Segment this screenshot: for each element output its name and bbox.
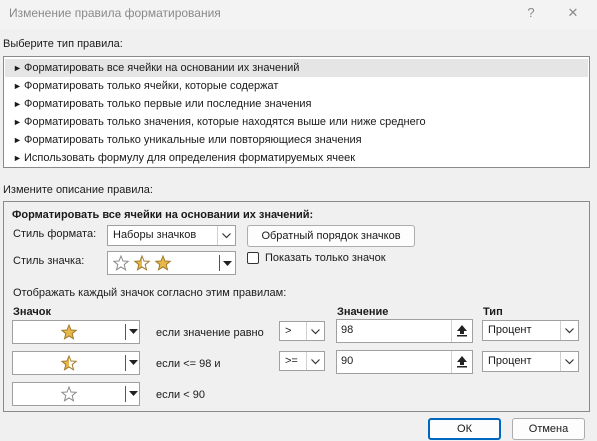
split-divider (125, 386, 126, 402)
value-input-1[interactable]: 98 (336, 319, 473, 343)
show-icon-only-label: Показать только значок (265, 252, 386, 264)
format-style-select[interactable]: Наборы значков (107, 225, 236, 246)
description-label: Измените описание правила: (3, 184, 153, 196)
icon-select-1[interactable] (12, 320, 140, 344)
rule-type-item[interactable]: ► Форматировать только значения, которые … (5, 113, 588, 131)
range-select-icon[interactable] (451, 320, 472, 342)
format-style-label: Стиль формата: (13, 228, 97, 240)
type-select-1[interactable]: Процент (482, 320, 579, 341)
col-type-header: Тип (483, 306, 503, 318)
condition-label-2: если <= 98 и (156, 358, 221, 370)
split-divider (125, 324, 126, 340)
icon-select-2[interactable] (12, 351, 140, 375)
icon-select-3[interactable] (12, 382, 140, 406)
ok-button[interactable]: ОК (428, 418, 501, 440)
chevron-down-icon (306, 352, 324, 370)
split-divider (219, 255, 220, 271)
value-text-2: 90 (341, 355, 354, 367)
arrow-right-icon: ► (13, 117, 22, 127)
rule-type-item[interactable]: ► Форматировать только ячейки, которые со… (5, 77, 588, 95)
caret-down-icon (223, 261, 232, 266)
star-empty-icon (61, 386, 77, 402)
arrow-right-icon: ► (13, 99, 22, 109)
close-button[interactable]: ✕ (559, 2, 587, 26)
icon-style-label: Стиль значка: (13, 255, 85, 267)
condition-label-1: если значение равно (156, 327, 264, 339)
caret-down-icon (129, 391, 138, 396)
star-full-icon (61, 324, 77, 340)
rule-type-list: ► Форматировать все ячейки на основании и… (3, 56, 590, 168)
show-icon-only-checkbox[interactable] (247, 252, 259, 264)
type-value-1: Процент (488, 324, 532, 336)
type-value-2: Процент (488, 355, 532, 367)
arrow-right-icon: ► (13, 81, 22, 91)
reverse-order-button[interactable]: Обратный порядок значков (247, 225, 415, 247)
split-divider (125, 355, 126, 371)
cancel-button[interactable]: Отмена (512, 418, 585, 440)
rule-type-item[interactable]: ► Использовать формулу для определения фо… (5, 149, 588, 167)
three-stars-icon (113, 255, 171, 271)
description-heading: Форматировать все ячейки на основании их… (12, 209, 314, 221)
caret-down-icon (129, 329, 138, 334)
condition-label-3: если < 90 (156, 389, 205, 401)
icon-style-select[interactable] (107, 251, 236, 275)
format-style-value: Наборы значков (113, 229, 197, 241)
dialog-title: Изменение правила форматирования (9, 6, 221, 20)
range-select-icon[interactable] (451, 351, 472, 373)
operator-value-1: > (285, 325, 292, 337)
chevron-down-icon (306, 322, 324, 340)
value-input-2[interactable]: 90 (336, 350, 473, 374)
help-button[interactable]: ? (517, 2, 545, 26)
operator-select-2[interactable]: >= (279, 351, 325, 371)
arrow-right-icon: ► (13, 153, 22, 163)
arrow-right-icon: ► (13, 135, 22, 145)
arrow-right-icon: ► (13, 63, 22, 73)
rules-caption: Отображать каждый значок согласно этим п… (13, 287, 287, 299)
chevron-down-icon (560, 352, 578, 371)
operator-select-1[interactable]: > (279, 321, 325, 341)
col-value-header: Значение (337, 306, 389, 318)
caret-down-icon (129, 360, 138, 365)
chevron-down-icon (560, 321, 578, 340)
rule-type-item[interactable]: ► Форматировать только уникальные или пов… (5, 131, 588, 149)
rule-type-label: Выберите тип правила: (3, 38, 123, 50)
value-text-1: 98 (341, 324, 354, 336)
col-icon-header: Значок (13, 306, 51, 318)
operator-value-2: >= (285, 355, 298, 367)
type-select-2[interactable]: Процент (482, 351, 579, 372)
rule-type-item[interactable]: ► Форматировать все ячейки на основании и… (5, 59, 588, 77)
star-half-icon (61, 355, 77, 371)
chevron-down-icon (217, 226, 235, 245)
rule-type-item[interactable]: ► Форматировать только первые или последн… (5, 95, 588, 113)
